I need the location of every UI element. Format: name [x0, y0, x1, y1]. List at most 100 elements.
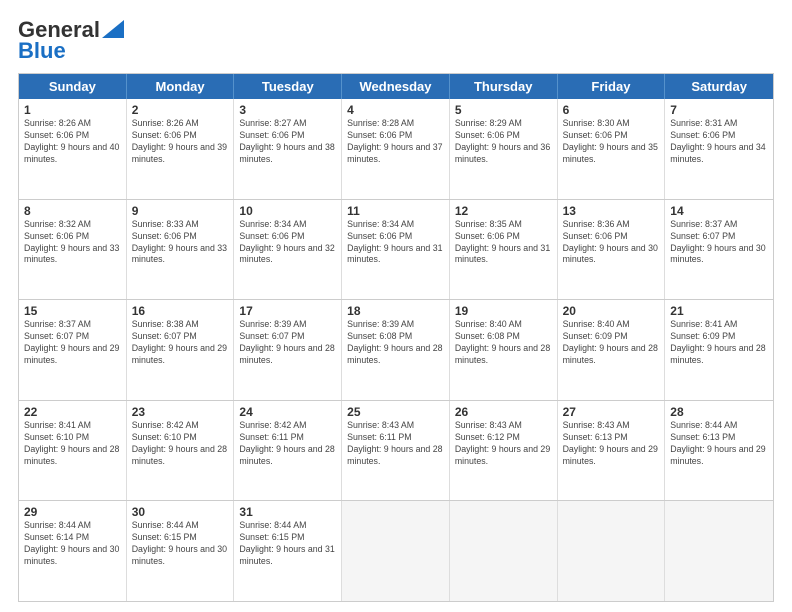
cal-day-15: 15Sunrise: 8:37 AM Sunset: 6:07 PM Dayli… [19, 300, 127, 400]
cal-day-9: 9Sunrise: 8:33 AM Sunset: 6:06 PM Daylig… [127, 200, 235, 300]
header-day-saturday: Saturday [665, 74, 773, 99]
day-number: 3 [239, 103, 336, 117]
day-info: Sunrise: 8:44 AM Sunset: 6:14 PM Dayligh… [24, 520, 121, 568]
day-info: Sunrise: 8:41 AM Sunset: 6:09 PM Dayligh… [670, 319, 768, 367]
page: General Blue SundayMondayTuesdayWednesda… [0, 0, 792, 612]
header-day-sunday: Sunday [19, 74, 127, 99]
day-info: Sunrise: 8:43 AM Sunset: 6:13 PM Dayligh… [563, 420, 660, 468]
cal-day-4: 4Sunrise: 8:28 AM Sunset: 6:06 PM Daylig… [342, 99, 450, 199]
cal-day-23: 23Sunrise: 8:42 AM Sunset: 6:10 PM Dayli… [127, 401, 235, 501]
calendar-body: 1Sunrise: 8:26 AM Sunset: 6:06 PM Daylig… [19, 99, 773, 601]
day-info: Sunrise: 8:26 AM Sunset: 6:06 PM Dayligh… [24, 118, 121, 166]
cal-empty-4-4 [450, 501, 558, 601]
cal-empty-4-6 [665, 501, 773, 601]
day-number: 26 [455, 405, 552, 419]
day-info: Sunrise: 8:40 AM Sunset: 6:08 PM Dayligh… [455, 319, 552, 367]
day-info: Sunrise: 8:40 AM Sunset: 6:09 PM Dayligh… [563, 319, 660, 367]
day-number: 30 [132, 505, 229, 519]
day-number: 21 [670, 304, 768, 318]
header-day-monday: Monday [127, 74, 235, 99]
day-info: Sunrise: 8:41 AM Sunset: 6:10 PM Dayligh… [24, 420, 121, 468]
day-number: 8 [24, 204, 121, 218]
day-info: Sunrise: 8:38 AM Sunset: 6:07 PM Dayligh… [132, 319, 229, 367]
day-number: 20 [563, 304, 660, 318]
cal-day-7: 7Sunrise: 8:31 AM Sunset: 6:06 PM Daylig… [665, 99, 773, 199]
day-info: Sunrise: 8:34 AM Sunset: 6:06 PM Dayligh… [347, 219, 444, 267]
day-info: Sunrise: 8:44 AM Sunset: 6:13 PM Dayligh… [670, 420, 768, 468]
day-info: Sunrise: 8:35 AM Sunset: 6:06 PM Dayligh… [455, 219, 552, 267]
day-info: Sunrise: 8:33 AM Sunset: 6:06 PM Dayligh… [132, 219, 229, 267]
cal-week-4: 29Sunrise: 8:44 AM Sunset: 6:14 PM Dayli… [19, 500, 773, 601]
day-number: 11 [347, 204, 444, 218]
cal-day-5: 5Sunrise: 8:29 AM Sunset: 6:06 PM Daylig… [450, 99, 558, 199]
cal-day-26: 26Sunrise: 8:43 AM Sunset: 6:12 PM Dayli… [450, 401, 558, 501]
day-info: Sunrise: 8:26 AM Sunset: 6:06 PM Dayligh… [132, 118, 229, 166]
cal-day-21: 21Sunrise: 8:41 AM Sunset: 6:09 PM Dayli… [665, 300, 773, 400]
day-number: 4 [347, 103, 444, 117]
cal-day-29: 29Sunrise: 8:44 AM Sunset: 6:14 PM Dayli… [19, 501, 127, 601]
day-number: 2 [132, 103, 229, 117]
day-info: Sunrise: 8:39 AM Sunset: 6:08 PM Dayligh… [347, 319, 444, 367]
day-info: Sunrise: 8:42 AM Sunset: 6:10 PM Dayligh… [132, 420, 229, 468]
cal-week-0: 1Sunrise: 8:26 AM Sunset: 6:06 PM Daylig… [19, 99, 773, 199]
cal-empty-4-3 [342, 501, 450, 601]
cal-day-1: 1Sunrise: 8:26 AM Sunset: 6:06 PM Daylig… [19, 99, 127, 199]
day-number: 1 [24, 103, 121, 117]
cal-day-22: 22Sunrise: 8:41 AM Sunset: 6:10 PM Dayli… [19, 401, 127, 501]
day-number: 25 [347, 405, 444, 419]
cal-day-20: 20Sunrise: 8:40 AM Sunset: 6:09 PM Dayli… [558, 300, 666, 400]
day-info: Sunrise: 8:44 AM Sunset: 6:15 PM Dayligh… [239, 520, 336, 568]
cal-day-8: 8Sunrise: 8:32 AM Sunset: 6:06 PM Daylig… [19, 200, 127, 300]
day-number: 5 [455, 103, 552, 117]
cal-week-2: 15Sunrise: 8:37 AM Sunset: 6:07 PM Dayli… [19, 299, 773, 400]
day-number: 27 [563, 405, 660, 419]
day-info: Sunrise: 8:42 AM Sunset: 6:11 PM Dayligh… [239, 420, 336, 468]
day-number: 17 [239, 304, 336, 318]
day-number: 28 [670, 405, 768, 419]
day-info: Sunrise: 8:34 AM Sunset: 6:06 PM Dayligh… [239, 219, 336, 267]
cal-week-1: 8Sunrise: 8:32 AM Sunset: 6:06 PM Daylig… [19, 199, 773, 300]
day-info: Sunrise: 8:36 AM Sunset: 6:06 PM Dayligh… [563, 219, 660, 267]
day-number: 23 [132, 405, 229, 419]
day-info: Sunrise: 8:44 AM Sunset: 6:15 PM Dayligh… [132, 520, 229, 568]
header-day-thursday: Thursday [450, 74, 558, 99]
day-info: Sunrise: 8:31 AM Sunset: 6:06 PM Dayligh… [670, 118, 768, 166]
cal-day-24: 24Sunrise: 8:42 AM Sunset: 6:11 PM Dayli… [234, 401, 342, 501]
cal-day-28: 28Sunrise: 8:44 AM Sunset: 6:13 PM Dayli… [665, 401, 773, 501]
cal-day-14: 14Sunrise: 8:37 AM Sunset: 6:07 PM Dayli… [665, 200, 773, 300]
logo-blue: Blue [18, 39, 66, 63]
cal-day-16: 16Sunrise: 8:38 AM Sunset: 6:07 PM Dayli… [127, 300, 235, 400]
cal-day-17: 17Sunrise: 8:39 AM Sunset: 6:07 PM Dayli… [234, 300, 342, 400]
logo: General Blue [18, 18, 124, 63]
cal-day-30: 30Sunrise: 8:44 AM Sunset: 6:15 PM Dayli… [127, 501, 235, 601]
day-info: Sunrise: 8:29 AM Sunset: 6:06 PM Dayligh… [455, 118, 552, 166]
cal-day-12: 12Sunrise: 8:35 AM Sunset: 6:06 PM Dayli… [450, 200, 558, 300]
cal-week-3: 22Sunrise: 8:41 AM Sunset: 6:10 PM Dayli… [19, 400, 773, 501]
header-day-wednesday: Wednesday [342, 74, 450, 99]
day-number: 14 [670, 204, 768, 218]
day-number: 29 [24, 505, 121, 519]
header-day-friday: Friday [558, 74, 666, 99]
day-info: Sunrise: 8:28 AM Sunset: 6:06 PM Dayligh… [347, 118, 444, 166]
day-number: 10 [239, 204, 336, 218]
day-info: Sunrise: 8:39 AM Sunset: 6:07 PM Dayligh… [239, 319, 336, 367]
calendar: SundayMondayTuesdayWednesdayThursdayFrid… [18, 73, 774, 602]
day-number: 7 [670, 103, 768, 117]
cal-day-19: 19Sunrise: 8:40 AM Sunset: 6:08 PM Dayli… [450, 300, 558, 400]
cal-day-3: 3Sunrise: 8:27 AM Sunset: 6:06 PM Daylig… [234, 99, 342, 199]
cal-empty-4-5 [558, 501, 666, 601]
cal-day-2: 2Sunrise: 8:26 AM Sunset: 6:06 PM Daylig… [127, 99, 235, 199]
header: General Blue [18, 18, 774, 63]
day-number: 9 [132, 204, 229, 218]
day-number: 13 [563, 204, 660, 218]
day-info: Sunrise: 8:27 AM Sunset: 6:06 PM Dayligh… [239, 118, 336, 166]
cal-day-31: 31Sunrise: 8:44 AM Sunset: 6:15 PM Dayli… [234, 501, 342, 601]
cal-day-27: 27Sunrise: 8:43 AM Sunset: 6:13 PM Dayli… [558, 401, 666, 501]
day-number: 22 [24, 405, 121, 419]
day-number: 6 [563, 103, 660, 117]
cal-day-25: 25Sunrise: 8:43 AM Sunset: 6:11 PM Dayli… [342, 401, 450, 501]
day-number: 19 [455, 304, 552, 318]
logo-triangle-icon [102, 20, 124, 38]
header-day-tuesday: Tuesday [234, 74, 342, 99]
day-number: 15 [24, 304, 121, 318]
